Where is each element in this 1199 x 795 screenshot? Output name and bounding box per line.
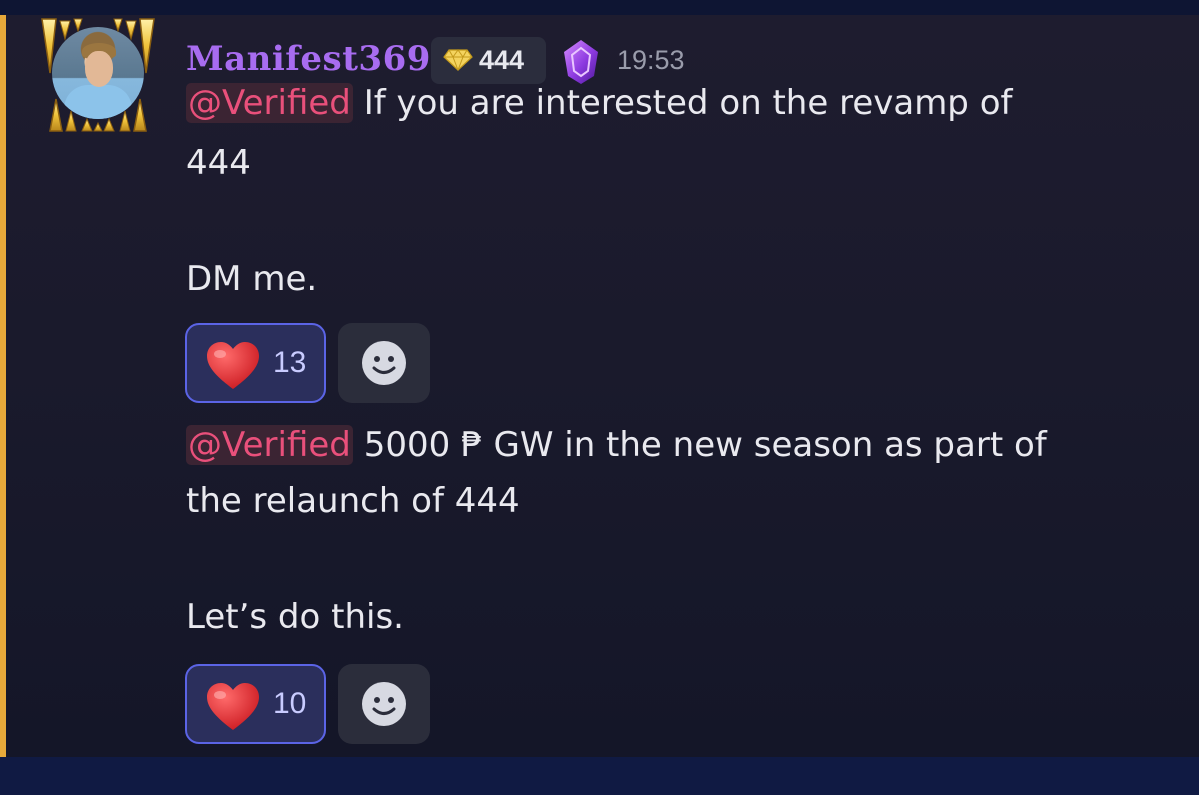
message-text: the relaunch of 444 xyxy=(186,481,520,521)
mention-highlight-bar xyxy=(0,15,6,757)
username[interactable]: Manifest369 xyxy=(186,39,431,79)
reaction-count: 13 xyxy=(273,346,307,379)
red-heart-icon xyxy=(207,683,259,730)
reaction-count: 10 xyxy=(273,687,307,720)
smiley-icon xyxy=(362,682,406,726)
heart-reaction[interactable]: 10 xyxy=(185,664,326,744)
user-avatar[interactable] xyxy=(36,15,160,133)
message-text: DM me. xyxy=(186,259,318,299)
user-mention[interactable]: @Verified xyxy=(186,83,353,123)
message-timestamp: 19:53 xyxy=(617,45,685,75)
user-mention[interactable]: @Verified xyxy=(186,425,353,465)
message-text: 444 xyxy=(186,143,251,183)
golden-fangs-icon xyxy=(41,18,155,132)
diamond-icon xyxy=(443,49,473,71)
message-text: Let’s do this. xyxy=(186,597,404,637)
add-reaction-button[interactable] xyxy=(338,323,430,403)
message-text: 5000 ₱ GW in the new season as part of xyxy=(352,425,1047,465)
chat-message-group: Manifest369 444 19:53 @Verified If you a… xyxy=(0,15,1199,757)
message-text: If you are interested on the revamp of xyxy=(352,83,1013,123)
bottom-frame xyxy=(0,757,1199,795)
add-reaction-button[interactable] xyxy=(338,664,430,744)
heart-reaction[interactable]: 13 xyxy=(185,323,326,403)
message-line: @Verified If you are interested on the r… xyxy=(186,75,1012,131)
smiley-icon xyxy=(362,341,406,385)
message-line: @Verified 5000 ₱ GW in the new season as… xyxy=(186,417,1047,473)
red-heart-icon xyxy=(207,342,259,389)
server-tag-text: 444 xyxy=(479,45,525,75)
top-frame xyxy=(0,0,1199,15)
